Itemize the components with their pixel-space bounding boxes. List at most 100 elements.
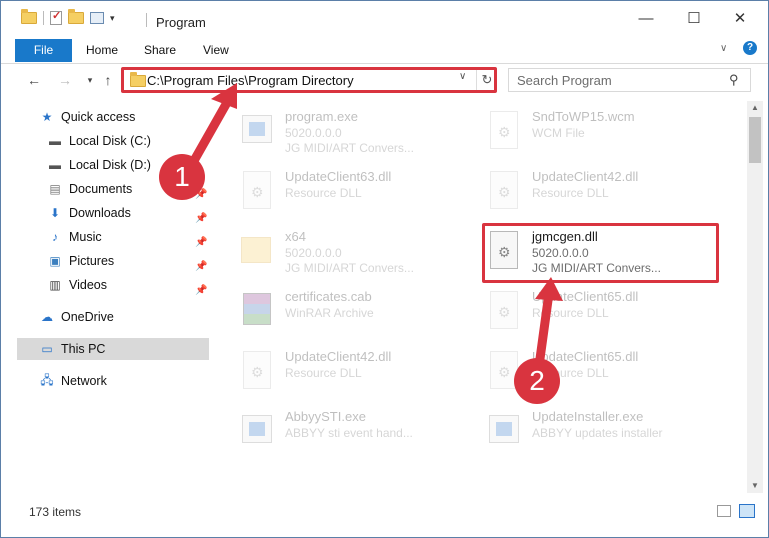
address-path[interactable]: C:\Program Files\Program Directory <box>147 73 354 88</box>
file-name: certificates.cab <box>285 289 372 304</box>
rename-icon[interactable] <box>90 12 104 24</box>
new-folder-icon[interactable] <box>68 9 84 24</box>
file-item[interactable]: UpdateClient65.dll Resource DLL <box>486 287 716 339</box>
file-name: UpdateClient42.dll <box>285 349 392 364</box>
scroll-thumb[interactable] <box>749 117 761 163</box>
pin-icon[interactable]: 📌 <box>195 237 207 248</box>
chevron-down-icon[interactable]: ∨ <box>459 71 466 82</box>
help-icon[interactable]: ? <box>743 41 757 55</box>
sidebar-item-label: Local Disk (C:) <box>69 134 151 148</box>
scroll-up-icon[interactable]: ▲ <box>747 101 763 115</box>
divider <box>43 11 44 25</box>
file-type: Resource DLL <box>532 186 609 200</box>
tab-home[interactable]: Home <box>86 39 118 62</box>
folder-icon <box>130 72 146 87</box>
expand-ribbon-icon[interactable]: ∨ <box>720 43 727 54</box>
sidebar-item-label: Videos <box>69 278 107 292</box>
callout-badge-1: 1 <box>159 154 205 200</box>
pin-icon[interactable]: 📌 <box>195 285 207 296</box>
tab-view[interactable]: View <box>203 39 229 62</box>
pin-icon[interactable]: 📌 <box>195 213 207 224</box>
exe-file-icon <box>486 409 524 453</box>
file-description: JG MIDI/ART Convers... <box>285 261 414 275</box>
file-item[interactable]: UpdateInstaller.exe ABBYY updates instal… <box>486 407 716 459</box>
sidebar-item-this-pc[interactable]: ▭ This PC <box>17 338 209 360</box>
file-item[interactable]: UpdateClient63.dll Resource DLL <box>239 167 469 219</box>
details-view-icon[interactable] <box>717 505 731 517</box>
sidebar-item-label: OneDrive <box>61 310 114 324</box>
scroll-down-icon[interactable]: ▼ <box>747 479 763 493</box>
sidebar-item-label: Quick access <box>61 110 136 124</box>
search-input[interactable]: Search Program ⚲ <box>508 68 751 92</box>
download-icon: ⬇ <box>49 206 61 220</box>
close-button[interactable]: ✕ <box>722 7 758 31</box>
music-icon: ♪ <box>52 230 58 244</box>
file-description: ABBYY updates installer <box>532 426 663 440</box>
file-item[interactable]: UpdateClient42.dll Resource DLL <box>239 347 469 399</box>
forward-button[interactable]: → <box>56 70 74 90</box>
vertical-scrollbar[interactable]: ▲ ▼ <box>747 101 763 493</box>
up-button[interactable]: ↑ <box>99 70 117 90</box>
sidebar-item-label: Downloads <box>69 206 131 220</box>
sidebar-item-videos[interactable]: ▥ Videos <box>47 274 209 296</box>
file-item[interactable]: SndToWP15.wcm WCM File <box>486 107 716 159</box>
tab-file[interactable]: File <box>15 39 72 62</box>
recent-locations-button[interactable]: ▾ <box>81 70 99 90</box>
pin-icon[interactable]: 📌 <box>195 261 207 272</box>
explorer-window: ▾ Program — ☐ ✕ File Home Share View ∨ ?… <box>0 0 769 538</box>
sidebar-item-onedrive[interactable]: ☁ OneDrive <box>39 306 209 328</box>
file-type: WinRAR Archive <box>285 306 374 320</box>
minimize-button[interactable]: — <box>628 7 664 31</box>
properties-check-icon[interactable] <box>50 9 62 25</box>
folder-icon[interactable] <box>21 9 37 24</box>
pictures-icon: ▣ <box>49 254 61 268</box>
exe-file-icon <box>239 109 277 153</box>
sidebar-item-local-disk-c[interactable]: ▬ Local Disk (C:) <box>47 130 209 152</box>
sidebar-item-music[interactable]: ♪ Music <box>47 226 209 248</box>
dll-file-icon <box>486 169 524 213</box>
exe-file-icon <box>239 409 277 453</box>
address-bar[interactable]: C:\Program Files\Program Directory ∨ ↻ <box>121 68 497 92</box>
search-icon[interactable]: ⚲ <box>729 72 739 88</box>
star-icon: ★ <box>41 110 53 124</box>
file-type: Resource DLL <box>285 366 362 380</box>
sidebar-item-network[interactable]: 🖧 Network <box>39 370 209 392</box>
network-icon: 🖧 <box>40 372 54 387</box>
file-type: Resource DLL <box>285 186 362 200</box>
dll-file-icon <box>486 289 524 333</box>
back-button[interactable]: ← <box>25 70 43 90</box>
sidebar-item-label: Music <box>69 230 102 244</box>
file-version: 5020.0.0.0 <box>285 126 342 140</box>
sidebar-item-downloads[interactable]: ⬇ Downloads <box>47 202 209 224</box>
file-item[interactable]: x64 5020.0.0.0 JG MIDI/ART Convers... <box>239 227 469 279</box>
file-item[interactable]: AbbyySTI.exe ABBYY sti event hand... <box>239 407 469 459</box>
file-type: WCM File <box>532 126 585 140</box>
callout-badge-2: 2 <box>514 358 560 404</box>
sidebar-item-label: This PC <box>61 342 106 356</box>
chevron-down-icon[interactable]: ▾ <box>110 13 115 24</box>
sidebar-item-label: Network <box>61 374 107 388</box>
ribbon-tabs: File Home Share View ∨ ? <box>1 37 768 64</box>
sidebar-item-label: Local Disk (D:) <box>69 158 151 172</box>
file-item[interactable]: program.exe 5020.0.0.0 JG MIDI/ART Conve… <box>239 107 469 159</box>
large-icons-view-icon[interactable] <box>739 504 755 518</box>
file-name: UpdateClient63.dll <box>285 169 392 184</box>
documents-icon: ▤ <box>49 182 61 196</box>
file-highlight-box <box>482 223 719 283</box>
file-item[interactable]: UpdateClient42.dll Resource DLL <box>486 167 716 219</box>
sidebar-item-quick-access[interactable]: ★ Quick access <box>39 106 209 128</box>
dll-file-icon <box>239 169 277 213</box>
refresh-icon[interactable]: ↻ <box>476 69 497 91</box>
file-item[interactable]: certificates.cab WinRAR Archive <box>239 287 469 339</box>
tab-share[interactable]: Share <box>144 39 176 62</box>
computer-icon: ▭ <box>41 342 53 356</box>
file-name: AbbyySTI.exe <box>285 409 366 424</box>
document-file-icon <box>486 109 524 153</box>
divider <box>146 13 147 27</box>
file-name: program.exe <box>285 109 358 124</box>
cloud-icon: ☁ <box>41 310 53 324</box>
sidebar-item-pictures[interactable]: ▣ Pictures <box>47 250 209 272</box>
videos-icon: ▥ <box>49 278 61 292</box>
maximize-button[interactable]: ☐ <box>676 7 712 31</box>
file-description: ABBYY sti event hand... <box>285 426 413 440</box>
